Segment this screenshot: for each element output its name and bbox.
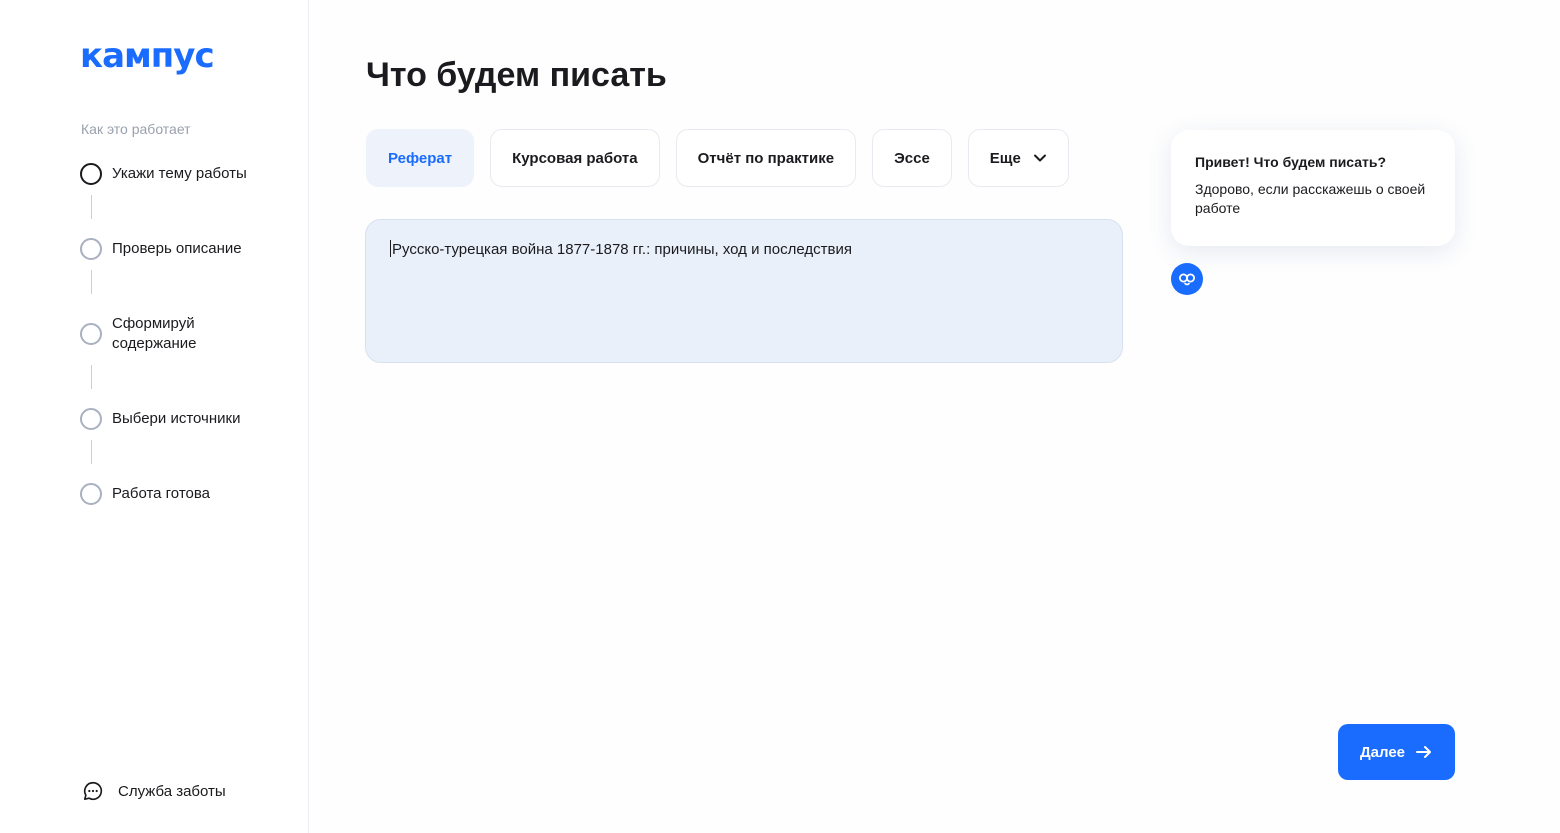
step-label: Выбери источники — [112, 410, 241, 427]
next-button-label: Далее — [1359, 743, 1406, 761]
tab-label: Реферат — [388, 149, 453, 167]
assistant-message-text: Здорово, если расскажешь о своей работе — [1195, 181, 1426, 216]
main-content: Что будем писать Реферат Курсовая работа… — [310, 0, 1560, 833]
chat-bubble-icon — [83, 781, 103, 801]
step-label: Сформируй содержание — [112, 315, 197, 352]
tab-label: Курсовая работа — [512, 149, 638, 167]
step-status-circle-icon — [80, 238, 102, 260]
tab-referat[interactable]: Реферат — [366, 129, 475, 187]
step-status-circle-icon — [80, 323, 102, 345]
arrow-right-icon — [1416, 746, 1432, 758]
tab-label: Еще — [989, 149, 1021, 167]
assistant-message-title: Привет! Что будем писать? — [1195, 154, 1387, 170]
step-topic: Укажи тему работы — [80, 163, 282, 185]
how-it-works-label: Как это работает — [81, 121, 191, 137]
step-connector — [91, 365, 92, 389]
assistant-logo-icon — [1179, 273, 1195, 286]
app-logo[interactable]: кампус — [80, 36, 215, 76]
step-label: Проверь описание — [112, 240, 242, 257]
text-cursor — [390, 240, 391, 257]
step-connector — [91, 195, 92, 219]
step-description: Проверь описание — [80, 238, 282, 260]
tab-label: Эссе — [894, 149, 930, 167]
sidebar: кампус Как это работает Укажи тему работ… — [0, 0, 309, 833]
step-status-circle-icon — [80, 408, 102, 430]
support-link[interactable]: Служба заботы — [82, 780, 226, 802]
topic-input[interactable]: Русско-турецкая война 1877-1878 гг.: при… — [365, 219, 1123, 363]
step-label: Работа готова — [112, 485, 211, 502]
step-connector — [91, 440, 92, 464]
tab-more-dropdown[interactable]: Еще — [967, 129, 1069, 187]
step-status-circle-icon — [80, 163, 102, 185]
next-button[interactable]: Далее — [1338, 724, 1455, 780]
step-done: Работа готова — [80, 483, 282, 505]
tab-coursework[interactable]: Курсовая работа — [490, 129, 660, 187]
chevron-down-icon — [1033, 154, 1046, 162]
step-connector — [91, 270, 92, 294]
step-label: Укажи тему работы — [112, 165, 247, 182]
assistant-avatar — [1171, 263, 1203, 295]
topic-input-value: Русско-турецкая война 1877-1878 гг.: при… — [392, 241, 852, 258]
support-label: Служба заботы — [118, 782, 226, 800]
step-contents: Сформируй содержание — [80, 313, 232, 354]
page-title: Что будем писать — [366, 56, 667, 94]
step-sources: Выбери источники — [80, 408, 282, 430]
tab-label: Отчёт по практике — [697, 149, 835, 167]
step-status-circle-icon — [80, 483, 102, 505]
tab-practice-report[interactable]: Отчёт по практике — [675, 129, 857, 187]
assistant-message-bubble: Привет! Что будем писать? Здорово, если … — [1171, 130, 1455, 246]
tab-essay[interactable]: Эссе — [872, 129, 952, 187]
work-type-tabs: Реферат Курсовая работа Отчёт по практик… — [366, 129, 1069, 187]
